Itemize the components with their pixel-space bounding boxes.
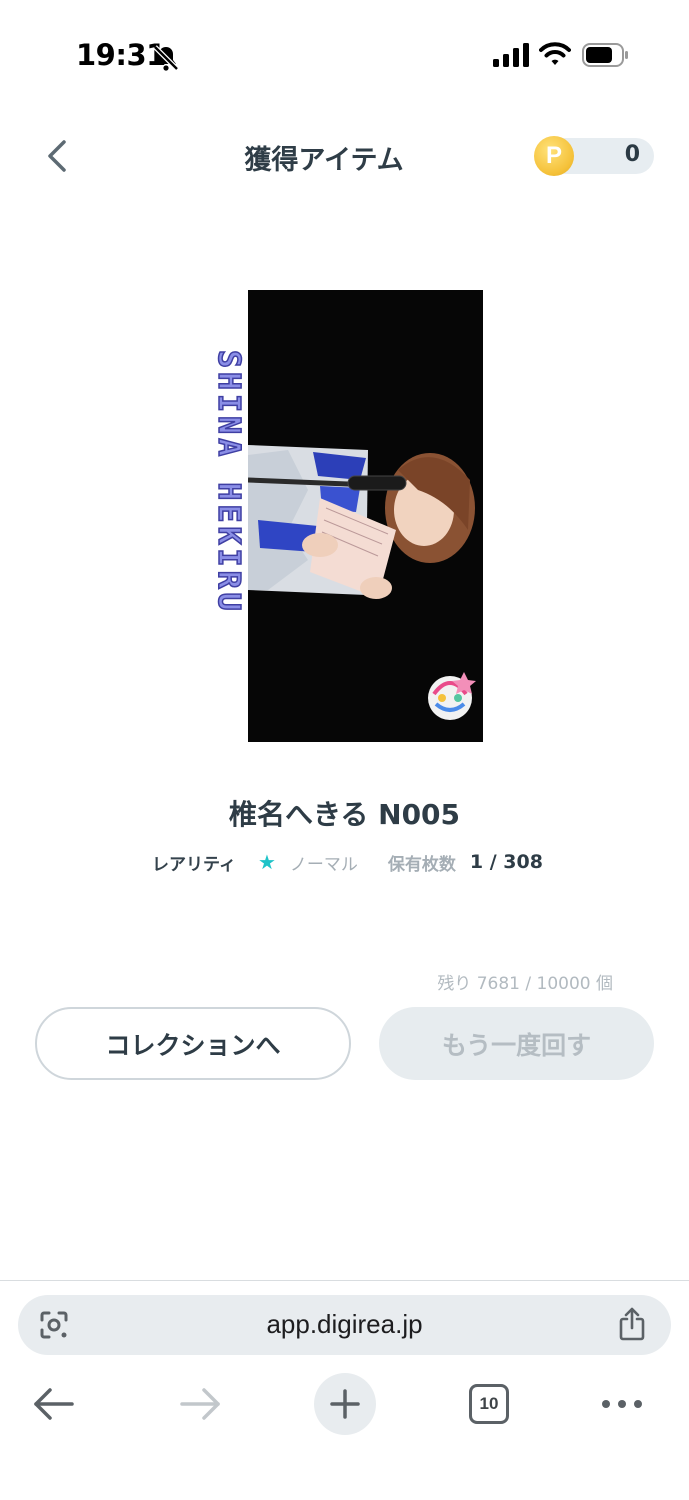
plus-icon xyxy=(330,1389,360,1419)
points-value: 0 xyxy=(624,142,640,167)
item-meta-row: レアリティ ★ ノーマル 保有枚数 1 / 308 xyxy=(152,850,543,875)
rarity-label: レアリティ xyxy=(152,854,236,875)
card-side-text: SHINA HEKIRU xyxy=(210,349,247,615)
browser-forward-icon[interactable] xyxy=(178,1386,222,1422)
point-coin-icon: P xyxy=(534,136,574,176)
browser-back-icon[interactable] xyxy=(32,1386,76,1422)
item-title: 椎名へきる N005 xyxy=(228,798,461,831)
rarity-value: ノーマル xyxy=(289,854,358,875)
wifi-icon xyxy=(539,42,571,65)
bell-slash-icon xyxy=(153,45,179,71)
owned-count-value: 1 / 308 xyxy=(469,851,543,873)
screen: 19:31 獲得アイテム P 0 SHINA HEKIRU 椎名へきる N005… xyxy=(0,0,689,1500)
battery-icon xyxy=(582,43,628,67)
new-tab-button[interactable] xyxy=(314,1373,376,1435)
more-options-icon[interactable] xyxy=(600,1396,644,1412)
go-to-collection-button[interactable]: コレクションへ xyxy=(35,1007,351,1080)
points-balance[interactable]: P 0 xyxy=(534,136,654,176)
toolbar-divider xyxy=(0,1280,689,1281)
spin-again-button[interactable]: もう一度回す xyxy=(379,1007,654,1080)
event-logo-icon xyxy=(428,672,476,720)
share-icon[interactable] xyxy=(617,1307,647,1341)
address-bar[interactable]: app.digirea.jp xyxy=(18,1295,671,1355)
tab-switcher-button[interactable]: 10 xyxy=(469,1384,509,1424)
url-text: app.digirea.jp xyxy=(266,1309,423,1339)
remaining-stock: 残り 7681 / 10000 個 xyxy=(437,974,613,994)
cellular-signal-icon xyxy=(493,43,529,67)
star-icon: ★ xyxy=(257,850,276,874)
owned-count-label: 保有枚数 xyxy=(387,854,456,875)
